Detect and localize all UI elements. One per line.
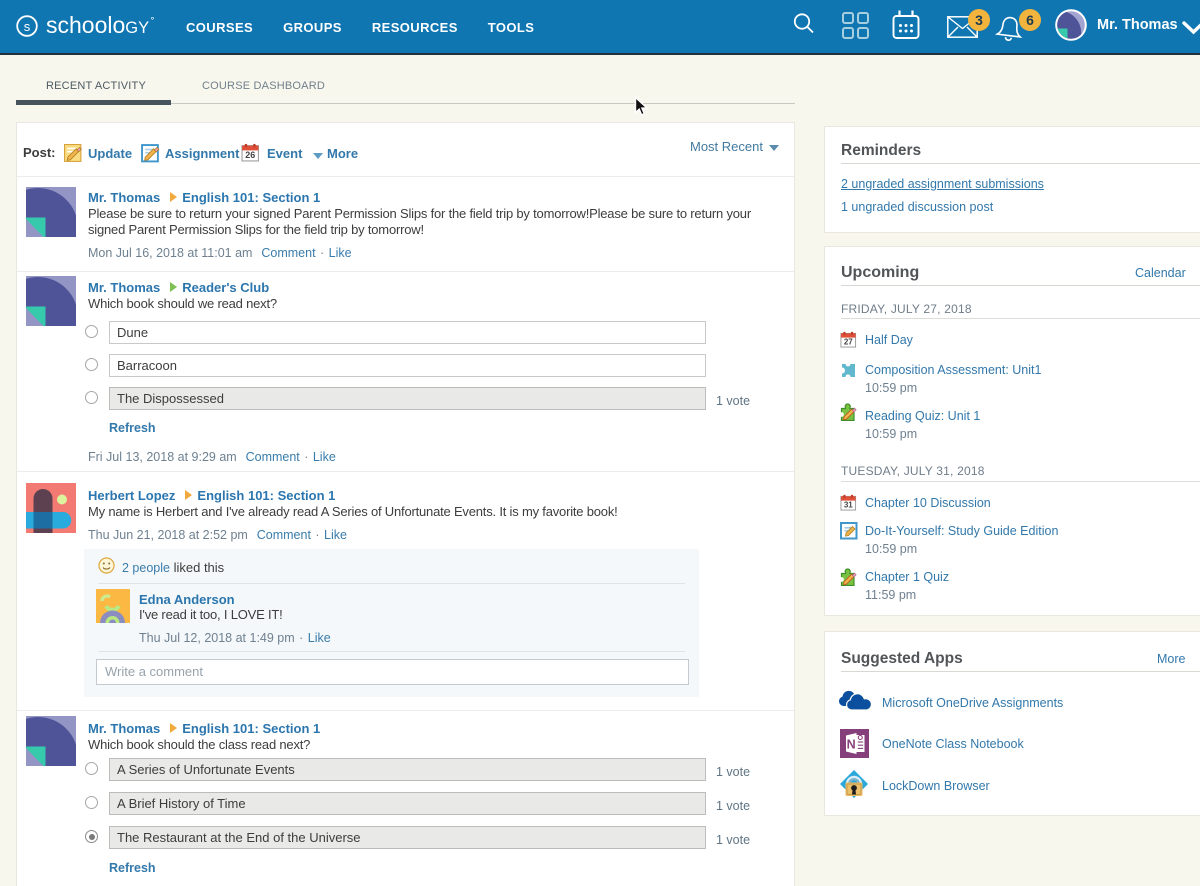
svg-text:s: s (24, 19, 31, 34)
svg-text:26: 26 (245, 150, 255, 160)
svg-text:27: 27 (844, 338, 853, 347)
svg-text:31: 31 (844, 501, 853, 510)
svg-text:N: N (847, 738, 856, 752)
